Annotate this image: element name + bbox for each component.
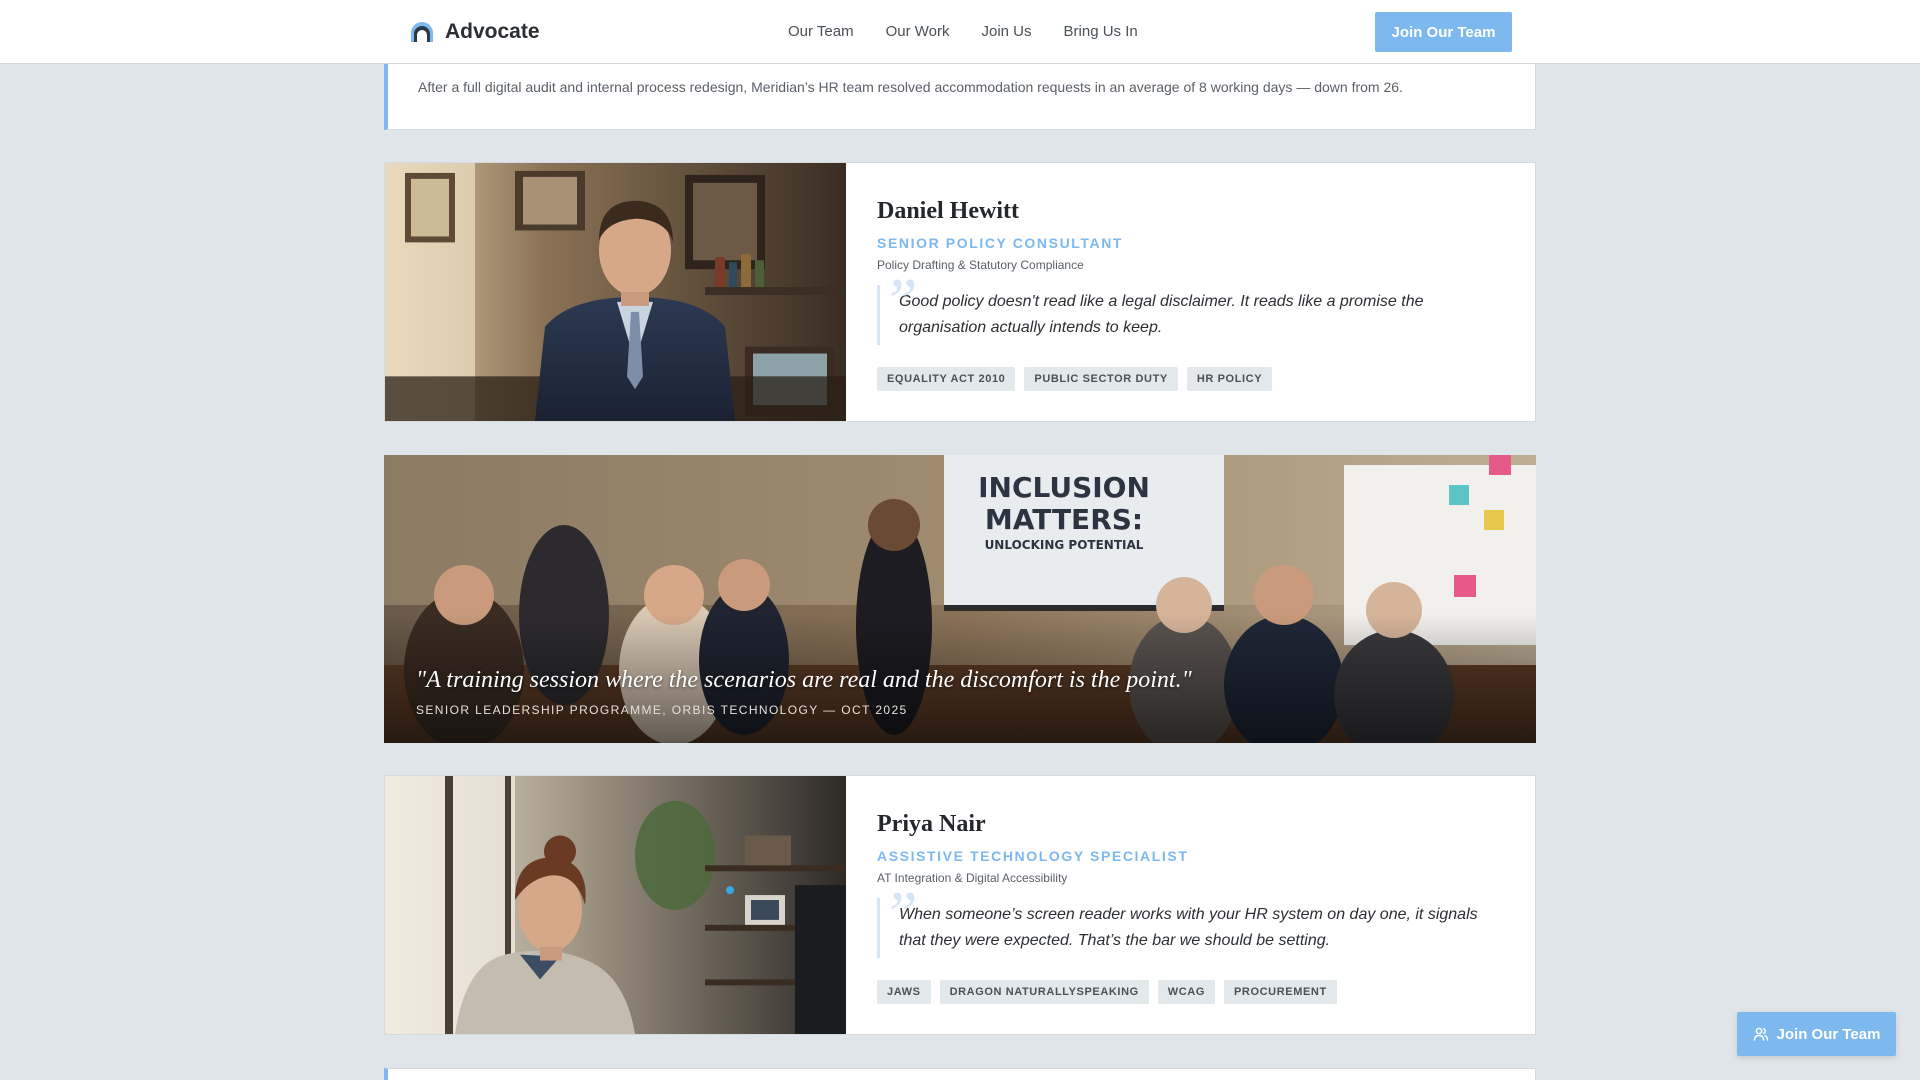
profile-name: Priya Nair	[877, 811, 986, 837]
profile-tag: HR POLICY	[1186, 367, 1273, 391]
brand-link[interactable]: Advocate	[409, 19, 540, 45]
arch-logo-icon	[411, 22, 433, 42]
banner-caption: SENIOR LEADERSHIP PROGRAMME, ORBIS TECHN…	[416, 703, 908, 717]
profile-card: Daniel Hewitt SENIOR POLICY CONSULTANT P…	[384, 162, 1536, 422]
profile-details: Daniel Hewitt SENIOR POLICY CONSULTANT P…	[877, 197, 1505, 391]
users-icon	[1753, 1027, 1768, 1041]
profile-quote: ” When someone’s screen reader works wit…	[877, 882, 1497, 958]
nav-link-join-us[interactable]: Join Us	[982, 22, 1032, 42]
profile-card: Priya Nair ASSISTIVE TECHNOLOGY SPECIALI…	[384, 775, 1536, 1035]
floating-join-our-team-button[interactable]: Join Our Team	[1737, 1012, 1896, 1056]
nav-link-our-team[interactable]: Our Team	[788, 22, 854, 42]
brand-name: Advocate	[445, 20, 540, 43]
profile-photo	[385, 776, 846, 1034]
training-photo: INCLUSION MATTERS: UNLOCKING POTENTIAL	[384, 455, 1536, 743]
quote-mark-icon: ”	[882, 878, 918, 949]
profile-specialty: AT Integration & Digital Accessibility	[877, 871, 1068, 885]
profile-role: SENIOR POLICY CONSULTANT	[877, 235, 1124, 251]
profile-tags: EQUALITY ACT 2010 PUBLIC SECTOR DUTY HR …	[877, 367, 1505, 391]
nav-link-bring-us-in[interactable]: Bring Us In	[1064, 22, 1138, 42]
screen-subtitle: UNLOCKING POTENTIAL	[985, 538, 1144, 552]
main-nav: Our Team Our Work Join Us Bring Us In	[788, 22, 1138, 42]
screen-title-line2: MATTERS:	[985, 503, 1143, 536]
profile-quote-text: When someone’s screen reader works with …	[899, 906, 1478, 949]
profile-tag: PROCUREMENT	[1224, 980, 1337, 1004]
profile-photo	[385, 163, 846, 421]
banner-quote: "A training session where the scenarios …	[416, 667, 1192, 693]
floating-cta-label: Join Our Team	[1776, 1025, 1881, 1043]
training-banner: INCLUSION MATTERS: UNLOCKING POTENTIAL "…	[384, 455, 1536, 743]
nav-link-our-work[interactable]: Our Work	[886, 22, 950, 42]
case-study-text: After a full digital audit and internal …	[418, 79, 1403, 95]
profile-tag: WCAG	[1157, 980, 1215, 1004]
profile-tags: JAWS DRAGON NATURALLYSPEAKING WCAG PROCU…	[877, 980, 1505, 1004]
profile-quote-text: Good policy doesn't read like a legal di…	[899, 293, 1424, 336]
next-card-edge	[384, 1068, 1536, 1080]
profile-details: Priya Nair ASSISTIVE TECHNOLOGY SPECIALI…	[877, 810, 1505, 1004]
join-our-team-button[interactable]: Join Our Team	[1375, 12, 1512, 52]
profile-role: ASSISTIVE TECHNOLOGY SPECIALIST	[877, 848, 1189, 864]
quote-mark-icon: ”	[882, 265, 918, 336]
profile-tag: EQUALITY ACT 2010	[877, 367, 1016, 391]
profile-tag: DRAGON NATURALLYSPEAKING	[939, 980, 1149, 1004]
profile-specialty: Policy Drafting & Statutory Compliance	[877, 258, 1084, 272]
profile-tag: PUBLIC SECTOR DUTY	[1024, 367, 1178, 391]
profile-quote: ” Good policy doesn't read like a legal …	[877, 269, 1497, 345]
profile-name: Daniel Hewitt	[877, 198, 1019, 224]
screen-title-line1: INCLUSION	[978, 471, 1150, 504]
site-header: Advocate Our Team Our Work Join Us Bring…	[0, 0, 1920, 64]
profile-tag: JAWS	[877, 980, 931, 1004]
